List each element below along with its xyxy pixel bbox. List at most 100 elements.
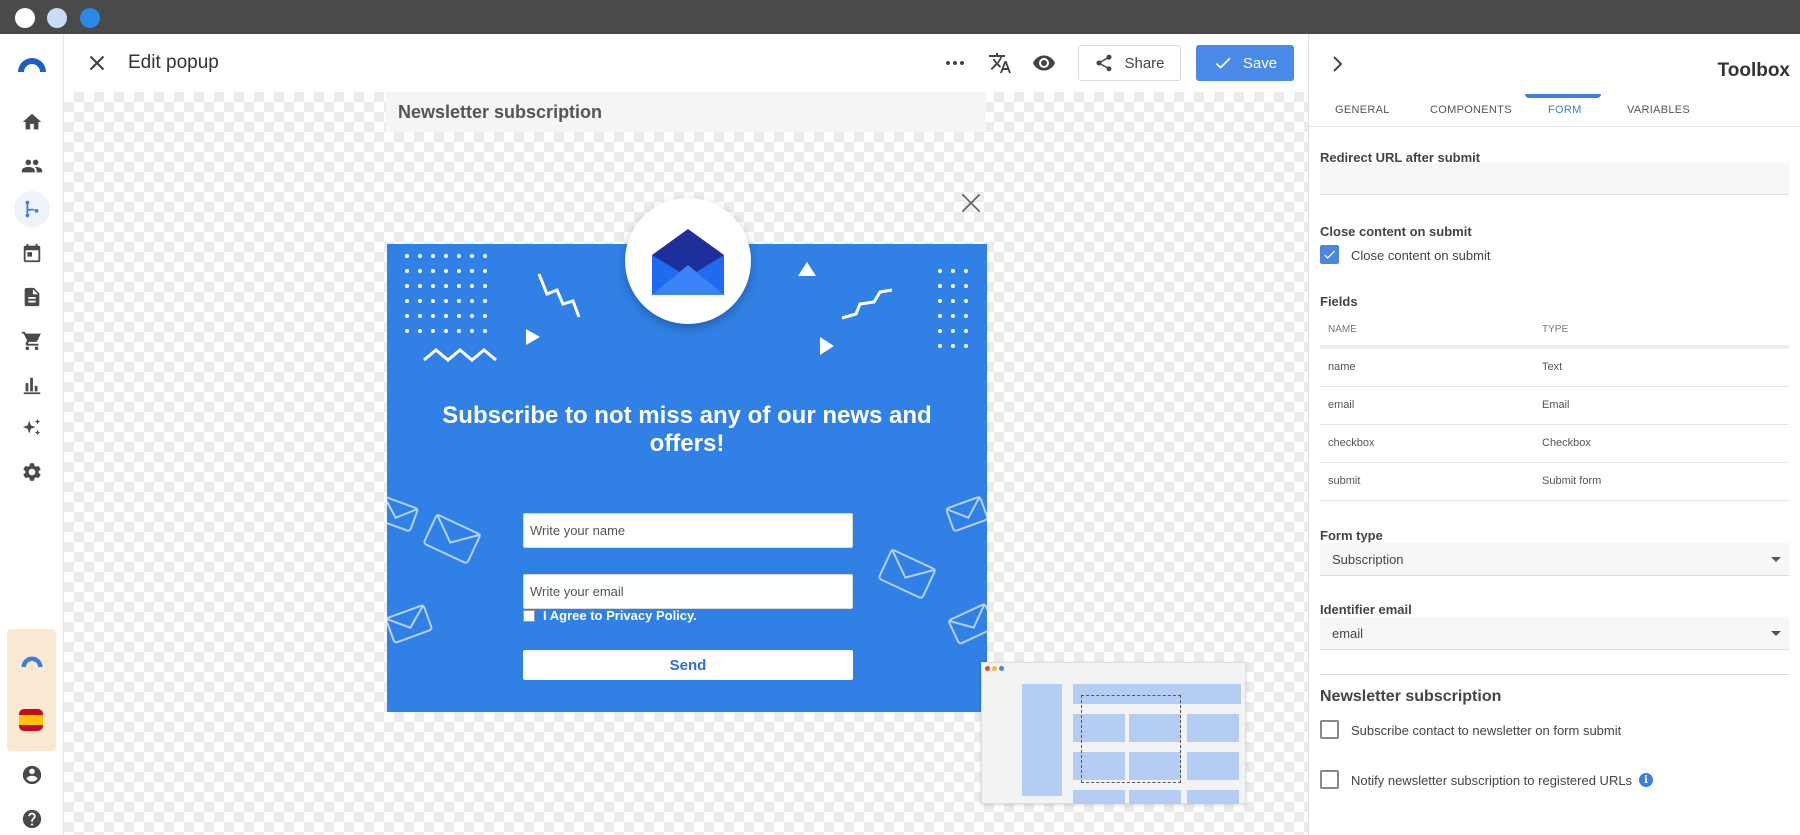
preview-button[interactable]	[1030, 49, 1058, 77]
rail-help-button[interactable]	[14, 801, 50, 835]
field-name: checkbox	[1328, 437, 1375, 449]
privacy-label: I Agree to Privacy Policy.	[543, 608, 697, 623]
app-logo[interactable]	[16, 54, 48, 74]
field-type: Text	[1542, 361, 1563, 373]
more-button[interactable]	[941, 49, 969, 77]
chevron-right-icon[interactable]	[1325, 52, 1349, 76]
fields-label: Fields	[1320, 294, 1358, 309]
info-icon[interactable]: i	[1639, 773, 1653, 787]
section-divider	[1320, 674, 1789, 675]
help-icon	[22, 809, 42, 829]
tab-variables[interactable]: VARIABLES	[1627, 94, 1690, 126]
check-icon	[1215, 57, 1231, 69]
field-name: name	[1328, 361, 1356, 373]
rail-ai-button[interactable]	[14, 410, 50, 446]
tabs-divider	[1309, 126, 1800, 127]
canvas-label: Newsletter subscription	[386, 92, 986, 132]
share-button[interactable]: Share	[1078, 45, 1181, 81]
minimap-viewport[interactable]	[1081, 695, 1181, 783]
calendar-icon	[23, 243, 41, 263]
column-header-name: NAME	[1328, 324, 1357, 335]
tab-general[interactable]: GENERAL	[1335, 94, 1390, 126]
envelope-icon	[652, 229, 724, 295]
close-content-checkbox-label: Close content on submit	[1351, 248, 1491, 263]
translate-button[interactable]	[986, 49, 1014, 77]
identifier-email-select[interactable]: email	[1320, 617, 1789, 650]
more-icon	[946, 61, 964, 65]
window-maximize-dot[interactable]	[80, 8, 100, 28]
promo-logo	[21, 656, 43, 667]
field-name: email	[1328, 399, 1355, 411]
column-header-type: TYPE	[1542, 324, 1569, 335]
name-input[interactable]	[523, 513, 853, 548]
left-rail	[0, 34, 64, 835]
chevron-down-icon	[1771, 557, 1781, 562]
people-icon	[21, 159, 43, 173]
rail-home-button[interactable]	[14, 104, 50, 140]
toolbox-panel: Toolbox GENERAL COMPONENTS FORM VARIABLE…	[1308, 34, 1800, 835]
identifier-email-value: email	[1332, 626, 1364, 641]
identifier-email-label: Identifier email	[1320, 602, 1412, 617]
window-close-dot[interactable]	[15, 8, 35, 28]
field-type: Submit form	[1542, 475, 1602, 487]
popup-envelope-badge	[625, 198, 751, 324]
rail-account-button[interactable]	[14, 757, 50, 793]
sparkle-icon	[22, 418, 41, 436]
subscribe-checkbox-label: Subscribe contact to newsletter on form …	[1351, 723, 1622, 738]
notify-checkbox-label: Notify newsletter subscription to regist…	[1351, 773, 1633, 788]
popup-close-icon[interactable]	[958, 190, 984, 216]
checkmark-icon	[1324, 250, 1336, 259]
share-label: Share	[1124, 54, 1165, 72]
editor-header: Edit popup Share Save	[64, 34, 1308, 92]
rail-calendar-button[interactable]	[14, 235, 50, 271]
document-icon	[24, 287, 40, 307]
table-row[interactable]: checkbox Checkbox	[1320, 425, 1789, 463]
flow-icon	[25, 200, 39, 218]
window-titlebar	[0, 0, 1800, 34]
fields-table-header: NAME TYPE	[1320, 312, 1789, 349]
save-label: Save	[1242, 54, 1278, 72]
gear-icon	[23, 463, 41, 481]
tab-form[interactable]: FORM	[1548, 94, 1582, 126]
privacy-agree[interactable]: I Agree to Privacy Policy.	[523, 608, 697, 623]
rail-automation-button[interactable]	[14, 191, 50, 227]
window-minimize-dot[interactable]	[47, 8, 67, 28]
subscribe-checkbox[interactable]	[1320, 720, 1339, 739]
save-button[interactable]: Save	[1196, 45, 1294, 81]
account-icon	[22, 765, 42, 785]
table-row[interactable]: name Text	[1320, 349, 1789, 387]
table-row[interactable]: email Email	[1320, 387, 1789, 425]
field-type: Email	[1542, 399, 1570, 411]
popup-heading: Subscribe to not miss any of our news an…	[442, 402, 932, 457]
panel-tabs: GENERAL COMPONENTS FORM VARIABLES	[1309, 94, 1800, 126]
rail-contacts-button[interactable]	[14, 148, 50, 184]
form-type-select[interactable]: Subscription	[1320, 543, 1789, 576]
editor-canvas[interactable]: Newsletter subscription Subscribe to not…	[64, 92, 1308, 835]
minimap-dots	[985, 666, 1004, 671]
canvas-minimap[interactable]	[981, 662, 1246, 804]
form-type-label: Form type	[1320, 528, 1383, 543]
rail-shop-button[interactable]	[14, 323, 50, 359]
send-button[interactable]: Send	[523, 650, 853, 680]
form-type-value: Subscription	[1332, 552, 1404, 567]
home-icon	[22, 113, 42, 130]
email-input[interactable]	[523, 574, 853, 609]
notify-checkbox[interactable]	[1320, 770, 1339, 789]
close-content-heading: Close content on submit	[1320, 224, 1472, 239]
redirect-url-input[interactable]	[1320, 163, 1789, 195]
rail-reports-button[interactable]	[14, 367, 50, 403]
tab-components[interactable]: COMPONENTS	[1430, 94, 1512, 126]
spain-flag-icon[interactable]	[19, 709, 43, 731]
chevron-down-icon	[1771, 631, 1781, 636]
close-content-checkbox[interactable]	[1320, 245, 1339, 264]
page-title: Edit popup	[128, 52, 219, 73]
rail-settings-button[interactable]	[14, 454, 50, 490]
close-icon[interactable]	[84, 50, 110, 76]
rail-content-button[interactable]	[14, 279, 50, 315]
privacy-checkbox[interactable]	[523, 609, 535, 622]
table-row[interactable]: submit Submit form	[1320, 463, 1789, 501]
promo-card[interactable]	[7, 629, 56, 751]
fields-table: NAME TYPE name Text email Email checkbox…	[1320, 312, 1789, 501]
panel-title: Toolbox	[1717, 60, 1790, 81]
eye-icon	[1033, 55, 1055, 71]
